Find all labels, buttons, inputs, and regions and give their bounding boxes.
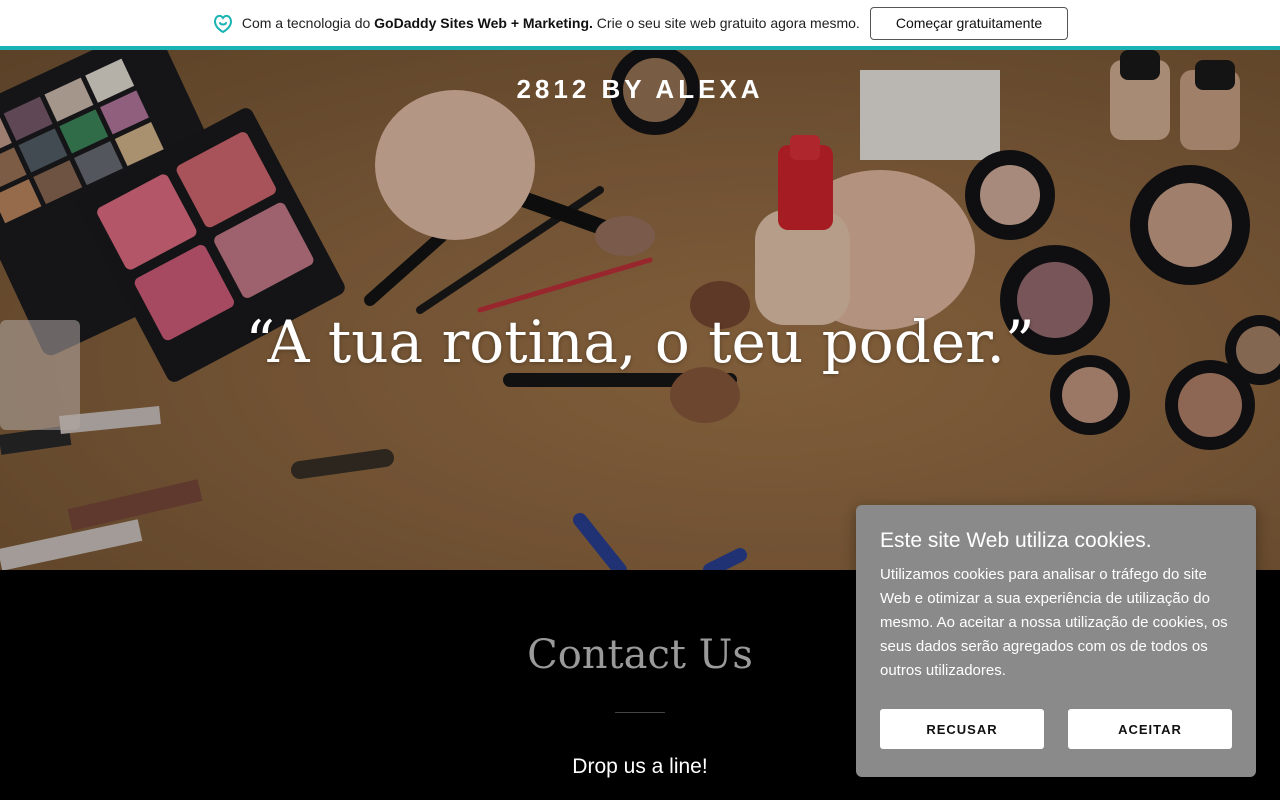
promo-bar: Com a tecnologia do GoDaddy Sites Web + …	[0, 0, 1280, 50]
promo-text-suffix: Crie o seu site web gratuito agora mesmo…	[592, 15, 860, 31]
godaddy-logo-icon	[212, 12, 234, 34]
promo-text-prefix: Com a tecnologia do	[241, 15, 375, 31]
cookie-actions: RECUSAR ACEITAR	[880, 709, 1232, 749]
decline-cookies-button[interactable]: RECUSAR	[880, 709, 1044, 749]
hero-section: 2812 BY ALEXA “A tua rotina, o teu poder…	[0, 50, 1280, 570]
cookie-title: Este site Web utiliza cookies.	[880, 529, 1152, 552]
promo-text-brand: GoDaddy Sites Web + Marketing.	[374, 15, 593, 31]
cookie-consent-dialog: Este site Web utiliza cookies. Utilizamo…	[856, 505, 1256, 777]
accept-cookies-button[interactable]: ACEITAR	[1068, 709, 1232, 749]
section-divider	[615, 712, 665, 713]
promo-text: Com a tecnologia do GoDaddy Sites Web + …	[242, 15, 860, 31]
site-title[interactable]: 2812 BY ALEXA	[0, 74, 1280, 105]
hero-quote: “A tua rotina, o teu poder.”	[245, 308, 1035, 376]
cookie-body: Utilizamos cookies para analisar o tráfe…	[880, 566, 1228, 679]
start-free-button[interactable]: Começar gratuitamente	[869, 6, 1069, 40]
